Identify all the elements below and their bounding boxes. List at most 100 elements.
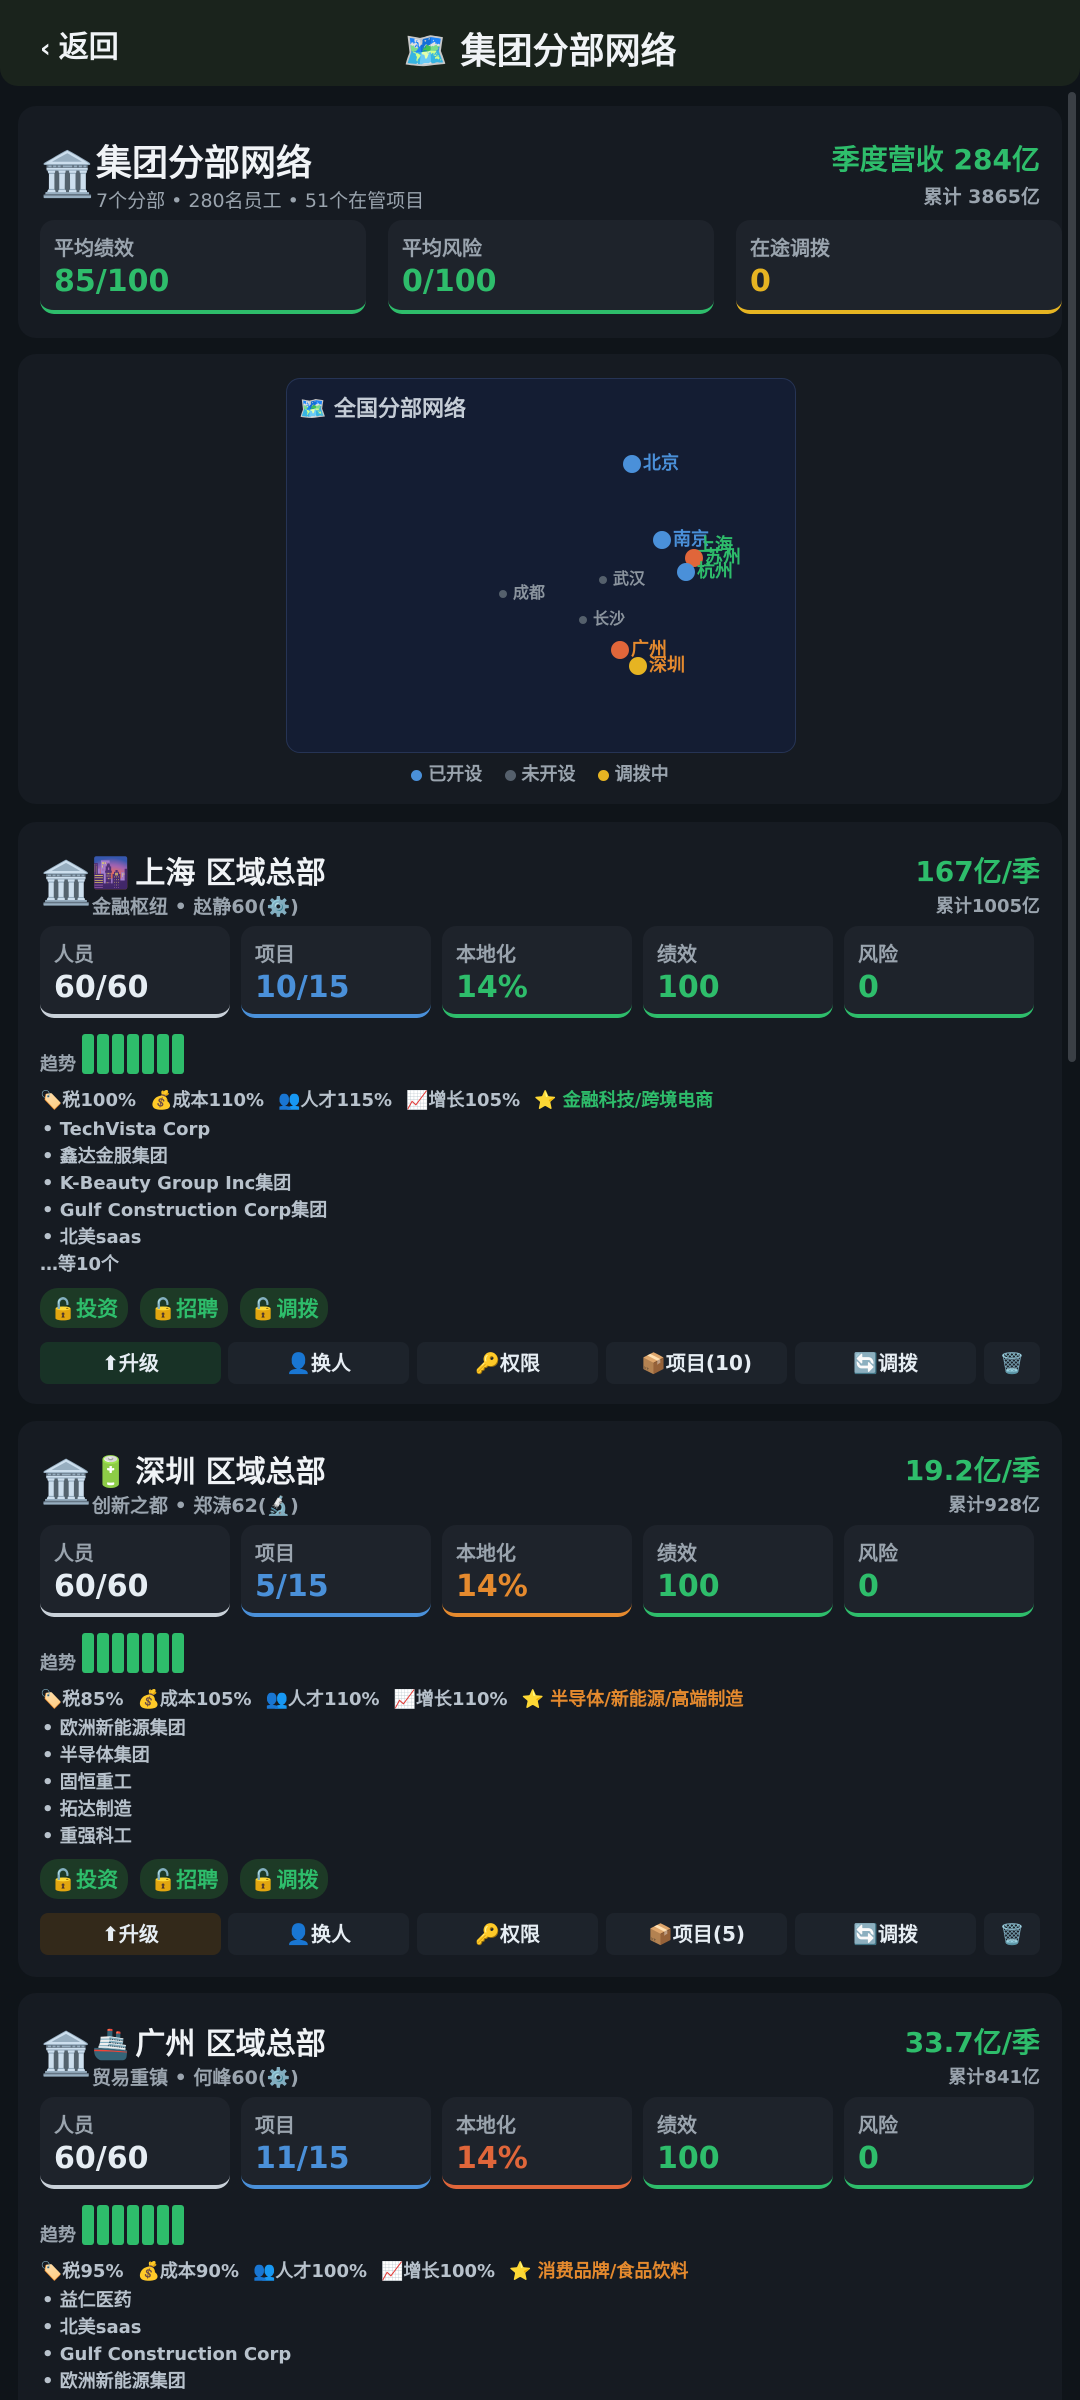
modifier: 📈增长105% <box>406 1090 521 1111</box>
stat-label: 绩效 <box>657 1541 697 1565</box>
trend-bar <box>112 2205 124 2245</box>
branch-card: 🏛️ 🔋 深圳 区域总部 创新之都 • 郑涛62(🔬) 19.2亿/季 累计928亿 人员 6… <box>18 1421 1062 1977</box>
scrollbar[interactable] <box>1068 92 1076 1062</box>
legend-closed-dot <box>504 769 516 781</box>
trend-bar <box>127 1034 139 1074</box>
modifiers-row: 🏷️税100% 💰成本110% 👥人才115% 📈增长105% ⭐ 金融科技/跨境电商 <box>40 1086 727 1112</box>
city-dot <box>499 589 507 598</box>
permission-button[interactable]: 🔑权限 <box>417 1342 598 1384</box>
trend-bar <box>127 2205 139 2245</box>
summary-stat: 在途调拨 0 <box>736 220 1062 314</box>
unlock-tag[interactable]: 🔓调拨 <box>240 1859 329 1899</box>
stat-value: 14% <box>456 2141 528 2176</box>
stat-value: 60/60 <box>54 1569 149 1604</box>
stat-label: 在途调拨 <box>750 236 830 260</box>
more-clients: …等10个 <box>40 1254 120 1275</box>
projects-button[interactable]: 📦项目(10) <box>606 1342 787 1384</box>
quarterly-revenue: 季度营收 284亿 <box>831 143 1040 176</box>
building-icon: 🏛️ <box>40 858 93 907</box>
trend-bar <box>157 1633 169 1673</box>
unlock-tag[interactable]: 🔓投资 <box>40 1288 129 1328</box>
branch-accumulated: 累计841亿 <box>948 2067 1040 2088</box>
list-item: • K-Beauty Group Inc集团 <box>42 1173 292 1194</box>
branch-stat: 绩效 100 <box>643 2097 833 2189</box>
tag-row: 🔓投资 🔓招聘 🔓调拨 <box>40 1859 340 1899</box>
branch-stat: 本地化 14% <box>442 1525 632 1617</box>
trend-bar <box>82 1633 94 1673</box>
stat-label: 本地化 <box>456 942 516 966</box>
city-open[interactable]: 杭州 <box>677 557 733 583</box>
industry-label: ⭐ 金融科技/跨境电商 <box>534 1090 714 1111</box>
client-list: • TechVista Corp • 鑫达金服集团 • K-Beauty Group… <box>40 1116 327 1278</box>
branch-subtitle: 金融枢纽 • 赵静60(⚙️) <box>92 896 299 918</box>
stat-value: 100 <box>657 970 720 1005</box>
stat-label: 项目 <box>255 942 295 966</box>
replace-button[interactable]: 👤换人 <box>228 1342 409 1384</box>
unlock-tag[interactable]: 🔓投资 <box>40 1859 129 1899</box>
branch-stat: 本地化 14% <box>442 926 632 1018</box>
branch-revenue: 33.7亿/季 <box>904 2026 1040 2059</box>
trend-bar <box>82 2205 94 2245</box>
delete-button[interactable]: 🗑️ <box>984 1342 1040 1384</box>
stat-label: 绩效 <box>657 942 697 966</box>
modifiers-row: 🏷️税95% 💰成本90% 👥人才100% 📈增长100% ⭐ 消费品牌/食品饮料 <box>40 2257 702 2283</box>
trend-label: 趋势 <box>40 2225 76 2246</box>
list-item: • 欧洲新能源集团 <box>42 2371 186 2392</box>
accumulated-revenue: 累计 3865亿 <box>923 186 1041 208</box>
city-open[interactable]: 北京 <box>623 449 679 475</box>
transfer-button[interactable]: 🔄调拨 <box>795 1342 976 1384</box>
legend-transfer: 调拨中 <box>597 764 669 785</box>
city-closed[interactable]: 成都 <box>499 579 545 603</box>
upgrade-button[interactable]: ⬆升级 <box>40 1913 221 1955</box>
legend-closed-label: 未开设 <box>521 764 576 785</box>
summary-card: 🏛️ 集团分部网络 7个分部 • 280名员工 • 51个在管项目 季度营收 2… <box>18 106 1062 338</box>
building-icon: 🏛️ <box>40 1457 93 1506</box>
modifier: 🏷️税95% <box>40 2261 124 2282</box>
modifier: 👥人才110% <box>265 1689 380 1710</box>
city-pin-icon <box>611 641 629 659</box>
city-closed[interactable]: 武汉 <box>599 565 645 589</box>
action-bar: ⬆升级 👤换人 🔑权限 📦项目(5) 🔄调拨 🗑️ <box>40 1913 1040 1955</box>
stat-value: 60/60 <box>54 970 149 1005</box>
unlock-tag[interactable]: 🔓招聘 <box>140 1288 229 1328</box>
map-title: 🗺️ 全国分部网络 <box>299 397 467 422</box>
branch-stat: 人员 60/60 <box>40 926 230 1018</box>
city-open[interactable]: 深圳 <box>629 651 685 677</box>
replace-button[interactable]: 👤换人 <box>228 1913 409 1955</box>
trend-bars <box>82 2205 187 2249</box>
client-list: • 欧洲新能源集团 • 半导体集团 • 固恒重工 • 拓达制造 • 重强科工 <box>42 1715 186 1850</box>
summary-stat: 平均风险 0/100 <box>388 220 714 314</box>
stat-value: 0 <box>750 264 771 299</box>
city-name: 长沙 <box>593 609 626 628</box>
stat-label: 风险 <box>858 2113 898 2137</box>
branch-emoji-icon: 🌆 <box>92 856 130 891</box>
china-map[interactable]: 🗺️ 全国分部网络 北京 南京 上海 苏州 杭州 广州 深圳 武汉 成都 长沙 <box>286 378 796 753</box>
list-item: • 半导体集团 <box>42 1745 150 1766</box>
summary-subtitle: 7个分部 • 280名员工 • 51个在管项目 <box>96 190 425 212</box>
trend-bar <box>97 1633 109 1673</box>
city-name: 北京 <box>643 453 679 474</box>
modifier: 👥人才100% <box>253 2261 368 2282</box>
unlock-tag[interactable]: 🔓调拨 <box>240 1288 329 1328</box>
upgrade-button[interactable]: ⬆升级 <box>40 1342 221 1384</box>
delete-button[interactable]: 🗑️ <box>984 1913 1040 1955</box>
unlock-tag[interactable]: 🔓招聘 <box>140 1859 229 1899</box>
top-bar: ‹ 返回 🗺️ 集团分部网络 <box>0 0 1080 86</box>
branch-title-text: 广州 区域总部 <box>135 2027 326 2062</box>
branch-stat: 人员 60/60 <box>40 2097 230 2189</box>
trend-bar <box>97 1034 109 1074</box>
city-name: 成都 <box>513 583 546 602</box>
trend-bar <box>142 2205 154 2245</box>
stat-label: 本地化 <box>456 1541 516 1565</box>
city-dot <box>579 615 587 624</box>
client-list: • 益仁医药 • 北美saas • Gulf Construction Corp • … <box>42 2287 291 2395</box>
city-closed[interactable]: 长沙 <box>579 605 625 629</box>
action-bar: ⬆升级 👤换人 🔑权限 📦项目(10) 🔄调拨 🗑️ <box>40 1342 1040 1384</box>
branch-title: 🔋 深圳 区域总部 <box>92 1447 326 1491</box>
permission-button[interactable]: 🔑权限 <box>417 1913 598 1955</box>
stat-value: 14% <box>456 1569 528 1604</box>
projects-button[interactable]: 📦项目(5) <box>606 1913 787 1955</box>
branch-card: 🏛️ 🌆 上海 区域总部 金融枢纽 • 赵静60(⚙️) 167亿/季 累计1005亿 人员… <box>18 822 1062 1404</box>
transfer-button[interactable]: 🔄调拨 <box>795 1913 976 1955</box>
stat-label: 绩效 <box>657 2113 697 2137</box>
